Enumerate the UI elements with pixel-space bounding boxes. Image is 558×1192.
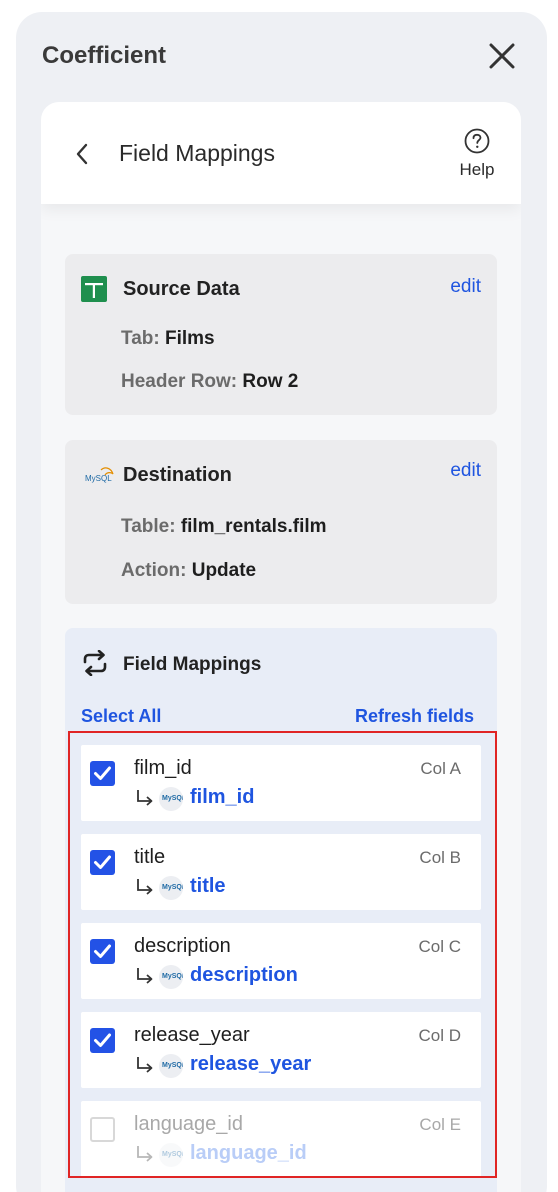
destination-table: Table: film_rentals.film — [121, 516, 327, 538]
refresh-fields-link[interactable]: Refresh fields — [355, 706, 474, 727]
mapping-row: language_id Col E MySQL language_id — [81, 1101, 481, 1177]
sync-arrows-icon — [81, 649, 109, 681]
destination-edit-link[interactable]: edit — [450, 460, 481, 482]
source-field-name: description — [134, 935, 231, 957]
svg-text:MySQL: MySQL — [85, 474, 112, 483]
action-key: Action: — [121, 560, 187, 581]
card-header: Field Mappings Help — [41, 102, 521, 204]
google-sheets-icon — [81, 276, 107, 307]
destination-section: MySQL Destination edit Table: film_renta… — [65, 440, 497, 604]
source-field-name: release_year — [134, 1024, 250, 1046]
mapping-row: title Col B MySQL title — [81, 834, 481, 910]
mapping-checkbox[interactable] — [90, 850, 115, 875]
tab-value: Films — [164, 328, 215, 349]
column-label: Col E — [419, 1115, 461, 1134]
mapping-checkbox[interactable] — [90, 939, 115, 964]
mysql-icon: MySQL — [159, 1143, 183, 1167]
source-data-title: Source Data — [123, 278, 240, 300]
mapping-row: release_year Col D MySQL release_year — [81, 1012, 481, 1088]
arrow-down-right-icon — [135, 878, 155, 896]
table-key: Table: — [121, 516, 176, 537]
column-label: Col C — [418, 937, 461, 956]
mapping-checkbox[interactable] — [90, 761, 115, 786]
select-all-link[interactable]: Select All — [81, 706, 161, 727]
source-data-section: Source Data edit Tab: Films Header Row: … — [65, 254, 497, 415]
destination-field-name[interactable]: description — [190, 964, 298, 987]
mysql-icon: MySQL — [85, 464, 115, 486]
mysql-icon: MySQL — [159, 965, 183, 989]
column-label: Col B — [419, 848, 461, 867]
arrow-down-right-icon — [135, 789, 155, 807]
mapping-checkbox[interactable] — [90, 1117, 115, 1142]
source-header-row: Header Row: Row 2 — [121, 371, 298, 393]
field-mappings-title: Field Mappings — [123, 654, 262, 675]
destination-field-name[interactable]: title — [190, 875, 226, 898]
destination-field-name[interactable]: language_id — [190, 1142, 307, 1165]
mysql-icon: MySQL — [159, 876, 183, 900]
mapping-checkbox[interactable] — [90, 1028, 115, 1053]
source-edit-link[interactable]: edit — [450, 276, 481, 298]
mapping-row: description Col C MySQL description — [81, 923, 481, 999]
header-row-value: Row 2 — [242, 371, 299, 392]
arrow-down-right-icon — [135, 967, 155, 985]
destination-field-name[interactable]: release_year — [190, 1053, 311, 1076]
help-button[interactable]: Help — [449, 128, 509, 184]
mysql-icon: MySQL — [159, 787, 183, 811]
column-label: Col A — [420, 759, 461, 778]
source-field-name: title — [134, 846, 166, 868]
arrow-down-right-icon — [135, 1145, 155, 1163]
source-field-name: film_id — [134, 757, 192, 779]
destination-title: Destination — [123, 464, 232, 486]
help-icon — [464, 128, 490, 154]
app-title: Coefficient — [42, 42, 167, 69]
mysql-icon: MySQL — [159, 1054, 183, 1078]
column-label: Col D — [418, 1026, 461, 1045]
close-icon[interactable] — [486, 40, 518, 72]
help-label: Help — [459, 160, 495, 179]
back-chevron-icon[interactable] — [71, 140, 95, 168]
arrow-down-right-icon — [135, 1056, 155, 1074]
destination-action: Action: Update — [121, 560, 256, 582]
source-tab: Tab: Films — [121, 328, 215, 350]
tab-key: Tab: — [121, 328, 160, 349]
mapping-row: film_id Col A MySQL film_id — [81, 745, 481, 821]
destination-field-name[interactable]: film_id — [190, 786, 254, 809]
source-field-name: language_id — [134, 1113, 243, 1135]
action-value: Update — [191, 560, 257, 581]
table-value: film_rentals.film — [180, 516, 327, 537]
header-row-key: Header Row: — [121, 371, 238, 392]
page-title: Field Mappings — [119, 140, 275, 166]
